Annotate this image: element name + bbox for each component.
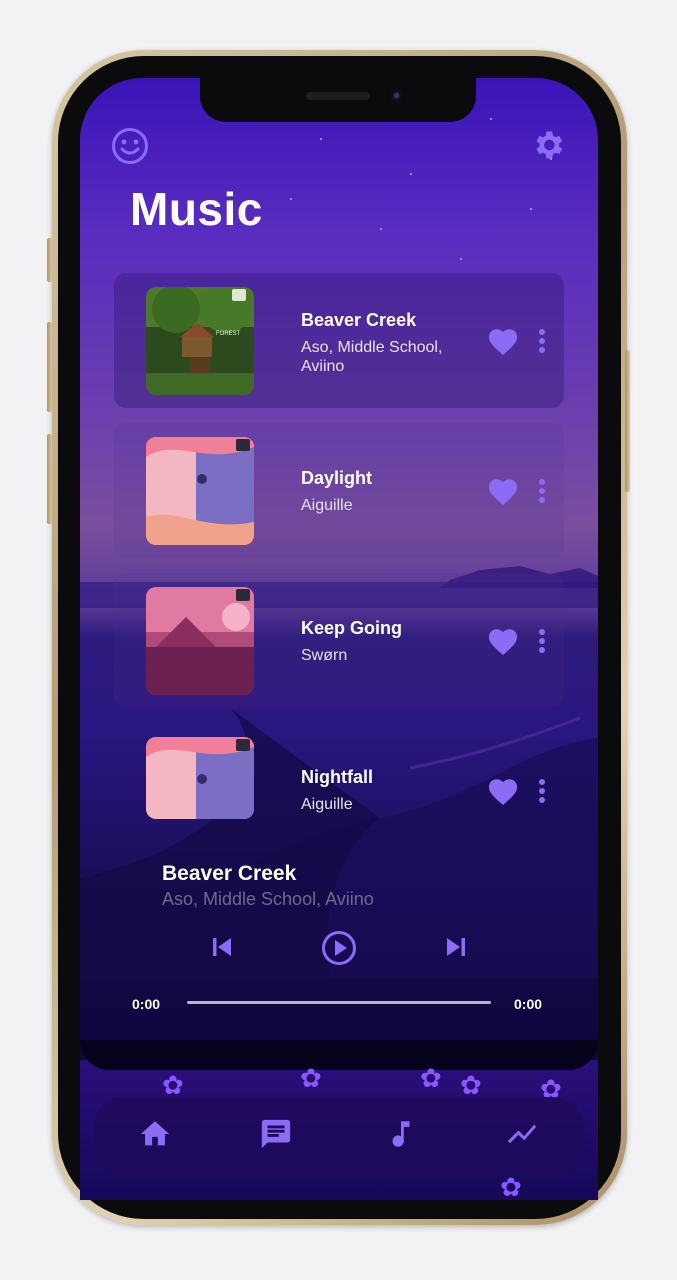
speaker — [306, 92, 370, 100]
power-button — [625, 350, 630, 492]
smiley-icon[interactable] — [111, 127, 149, 165]
chat-icon[interactable] — [259, 1117, 293, 1151]
album-art — [146, 587, 254, 695]
bottom-nav-bar — [94, 1097, 584, 1175]
more-vert-icon[interactable] — [538, 328, 546, 354]
album-art — [146, 437, 254, 545]
song-artist: Aiguille — [301, 796, 353, 813]
more-vert-icon[interactable] — [538, 778, 546, 804]
heart-icon[interactable] — [486, 325, 520, 356]
play-icon[interactable] — [321, 930, 357, 966]
notch — [200, 78, 476, 122]
song-title: Nightfall — [301, 767, 373, 787]
album-art — [146, 737, 254, 819]
song-title: Keep Going — [301, 618, 403, 638]
skip-previous-icon[interactable] — [210, 935, 234, 959]
progress-slider[interactable] — [187, 1001, 491, 1004]
heart-icon[interactable] — [486, 625, 520, 656]
song-artist: Swørn — [301, 647, 348, 664]
song-title: Daylight — [301, 468, 373, 488]
duration-time: 0:00 — [514, 996, 543, 1012]
song-artist: Aso, Middle School, Aviino — [301, 339, 443, 375]
elapsed-time: 0:00 — [132, 996, 161, 1012]
album-art: FOREST — [146, 287, 254, 395]
song-card[interactable]: FOREST Beaver Creek Aso, Middle School, … — [114, 273, 564, 408]
home-icon[interactable] — [138, 1117, 172, 1151]
trending-icon[interactable] — [505, 1117, 539, 1151]
more-vert-icon[interactable] — [538, 628, 546, 654]
volume-up-button — [47, 322, 52, 412]
page-title: Music — [130, 183, 263, 235]
flower-decoration: ✿ — [420, 1063, 442, 1093]
skip-next-icon[interactable] — [444, 935, 468, 959]
flower-decoration: ✿ — [500, 1172, 522, 1202]
heart-icon[interactable] — [486, 775, 520, 806]
heart-icon[interactable] — [486, 475, 520, 506]
mute-switch — [47, 238, 52, 282]
song-title: Beaver Creek — [301, 310, 417, 330]
song-artist: Aiguille — [301, 497, 353, 514]
song-card[interactable]: Keep Going Swørn — [114, 573, 564, 708]
song-card[interactable]: Nightfall Aiguille — [114, 723, 564, 819]
song-card[interactable]: Daylight Aiguille — [114, 423, 564, 558]
front-camera — [390, 89, 403, 102]
now-playing-artist: Aso, Middle School, Aviino — [162, 889, 374, 909]
svg-text:FOREST: FOREST — [216, 331, 241, 337]
volume-down-button — [47, 434, 52, 524]
gear-icon[interactable] — [530, 127, 566, 163]
music-note-icon[interactable] — [384, 1117, 418, 1151]
player-panel-edge — [80, 1040, 598, 1070]
more-vert-icon[interactable] — [538, 478, 546, 504]
now-playing-title: Beaver Creek — [162, 862, 297, 885]
flower-decoration: ✿ — [300, 1063, 322, 1093]
